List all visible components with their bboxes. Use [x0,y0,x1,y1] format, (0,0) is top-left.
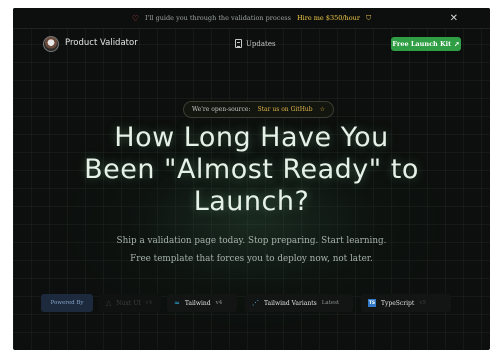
brand-name[interactable]: Product Validator [65,38,138,48]
star-icon: ☆ [319,106,326,113]
hero-line-1: How Long Have You [114,122,389,153]
stack-name: Tailwind Variants [264,299,317,307]
stack-item-nuxt-ui[interactable]: △ Nuxt UI v4 [99,294,161,312]
free-launch-kit-button[interactable]: Free Launch Kit ➚ [391,37,461,51]
rocket-icon: ➚ [454,40,460,48]
announcement-text: I'll guide you through the validation pr… [144,14,291,22]
hero-line-3: Launch? [193,186,310,217]
typescript-icon: TS [368,299,376,307]
subtitle-line-2: Free template that forces you to deploy … [130,254,373,264]
top-nav: Product Validator Updates Free Launch Ki… [13,30,490,60]
tailwind-icon: ≈ [174,299,180,307]
open-source-badge[interactable]: We're open-source: Star us on GitHub ☆ [183,101,335,118]
hero-line-2: Been "Almost Ready" to [84,154,419,185]
updates-label: Updates [246,39,276,48]
stack-version: Latest [321,300,340,306]
stack-name: Tailwind [184,299,211,307]
stack-name: TypeScript [381,299,415,307]
announcement-bar: ♡ I'll guide you through the validation … [13,8,490,29]
nuxt-icon: △ [106,299,112,307]
hero-title: How Long Have You Been "Almost Ready" to… [13,122,490,218]
stack-item-tailwind[interactable]: ≈ Tailwind v4 [167,294,237,312]
powered-by-label: Powered By [41,294,93,312]
stack-item-typescript[interactable]: TS TypeScript v5 [361,294,451,312]
stack-version: v4 [145,300,153,306]
stack-item-tailwind-variants[interactable]: ⋰ Tailwind Variants Latest [245,294,353,312]
variants-icon: ⋰ [252,299,259,307]
shield-icon: ⛉ [365,13,372,22]
updates-link[interactable]: Updates [235,39,276,48]
stack-name: Nuxt UI [116,299,141,307]
heart-icon: ♡ [131,13,139,23]
free-launch-kit-label: Free Launch Kit [392,40,452,48]
logo-avatar[interactable] [43,36,59,52]
badge-text: We're open-source: [192,106,251,113]
app-window: ♡ I'll guide you through the validation … [13,8,490,350]
hire-link[interactable]: Hire me $350/hour [297,14,360,22]
document-icon [235,39,242,48]
subtitle-line-1: Ship a validation page today. Stop prepa… [116,236,387,246]
github-star-link[interactable]: Star us on GitHub [257,106,312,113]
stack-version: v4 [215,300,223,306]
close-icon[interactable]: ✕ [450,13,458,24]
stack-version: v5 [419,300,426,306]
